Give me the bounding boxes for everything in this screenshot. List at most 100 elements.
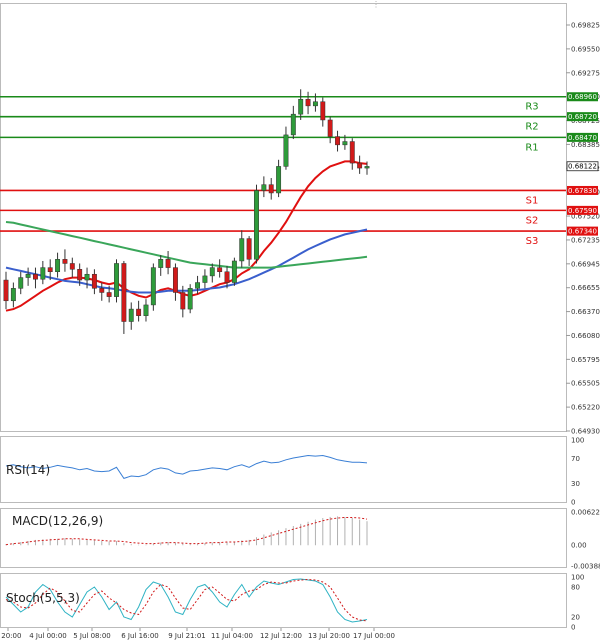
rsi-tick-label: 0 [571,499,575,507]
candle-body [33,273,38,280]
candle-body [143,304,149,316]
candle-body [342,141,348,146]
macd-tick-label: 0.006221 [571,509,600,517]
candle-body [357,162,363,169]
candle-body [128,308,134,322]
candle-body [99,288,105,293]
candle-body [246,238,252,260]
candle-body [62,259,68,264]
support-resistance-levels: R3 0.68960 R2 0.68720 R1 0.68470 S1 0.67830 S2 0.… [0,92,598,247]
price-tick-label: 0.65505 [571,380,600,388]
candle-body [327,119,333,137]
rsi-line [5,454,368,479]
candle-body [47,267,53,273]
candle-body [180,292,186,310]
candle-body [276,166,282,194]
candle-body [283,134,289,167]
time-tick-label: n 20:00 [0,632,21,640]
time-tick-label: 5 Jul 08:00 [73,632,111,640]
candlesticks [3,89,370,334]
rsi-panel-frame [0,436,567,503]
candle-body [187,288,193,310]
rsi-tick-label: 30 [571,480,580,488]
moving-average-line [5,160,368,312]
stoch-panel-frame [0,573,567,628]
time-tick-label: 12 Jul 12:00 [260,632,302,640]
price-tick-label: 0.66370 [571,308,600,316]
level-name-s3: S3 [526,236,539,247]
moving-average-line [5,221,368,269]
stoch-panel: 100 80 20 0 [5,574,584,632]
candle-body [305,98,311,107]
price-tick-label: 0.66945 [571,260,600,268]
candle-body [18,277,24,289]
stoch-tick-label: 80 [571,584,580,592]
candle-body [121,263,127,322]
time-axis: n 20:00 4 Jul 00:00 5 Jul 08:00 6 Jul 16:00… [0,628,395,640]
macd-tick-label: 0.00 [571,542,587,550]
stoch-tick-label: 100 [571,574,584,582]
price-tick-label: 0.67235 [571,236,600,244]
candle-body [91,273,97,289]
candle-body [10,288,16,302]
level-name-r1: R1 [525,142,538,153]
level-name-r2: R2 [525,122,538,133]
time-tick-label: 6 Jul 16:00 [121,632,159,640]
panel-menu-dots-icon[interactable]: ⋮ [372,0,380,9]
candle-body [55,259,61,273]
candle-body [150,267,156,306]
time-tick-label: 11 Jul 04:00 [211,632,253,640]
price-tick-label: 0.66080 [571,332,600,340]
candle-body [290,113,296,136]
candle-body [114,263,119,297]
moving-averages [5,160,368,312]
candle-body [261,184,267,191]
current-price-marker: 0.68122 [566,161,599,172]
candle-body [312,101,318,107]
candle-body [84,273,90,281]
candle-body [77,269,83,281]
price-panel-frame [0,3,567,432]
level-name-s1: S1 [526,195,539,206]
price-tick-label: 0.69825 [571,22,600,30]
level-name-r3: R3 [525,102,538,113]
stoch-tick-label: 0 [571,624,575,632]
candle-body [254,190,259,260]
stoch-label: Stoch(5,5,3) [6,591,80,605]
price-tick-label: 0.66655 [571,284,600,292]
rsi-tick-label: 100 [571,437,584,445]
price-tick-label: 0.65220 [571,404,600,412]
candle-body [209,267,215,277]
candle-body [69,263,75,270]
candle-body [364,166,370,169]
candle-body [195,282,201,289]
candle-body [298,98,304,115]
candle-body [224,271,230,283]
current-price-label: 0.68122 [568,163,597,171]
candle-body [165,259,171,268]
candle-body [106,292,112,297]
price-tick-label: 0.68385 [571,141,600,149]
candle-body [25,273,31,278]
candle-body [136,308,142,316]
level-price-label: 0.67340 [568,228,597,236]
candle-body [335,136,340,146]
price-tick-label: 0.65795 [571,356,600,364]
rsi-tick-label: 70 [571,455,580,463]
price-tick-label: 0.69550 [571,45,600,53]
level-price-label: 0.68470 [568,134,597,142]
rsi-label: RSI(14) [6,463,50,477]
candle-body [231,260,237,283]
candle-body [217,267,223,273]
level-price-label: 0.67830 [568,187,597,195]
level-price-label: 0.68720 [568,113,597,121]
candle-body [268,184,274,194]
candle-body [320,101,326,121]
candle-body [158,259,164,268]
forex-chart: ⋮ 0.698250.695500.692750.690000.687250.6… [0,0,600,640]
candle-body [3,279,9,302]
rsi-panel: 100 70 30 0 [5,437,584,507]
candle-body [349,141,355,164]
candle-body [239,238,245,262]
price-tick-label: 0.64930 [571,428,600,436]
